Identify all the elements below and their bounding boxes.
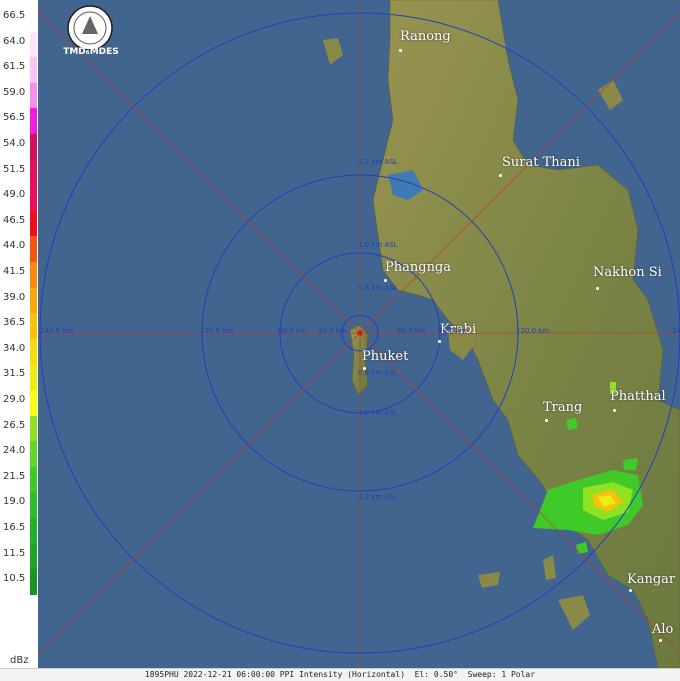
scale-label: 49.0 xyxy=(3,189,26,201)
range-label: 60.0 km xyxy=(278,327,307,335)
status-footer: 1895PHU 2022-12-21 06:00:00 PPI Intensit… xyxy=(0,668,680,681)
place-label: Phangnga xyxy=(385,260,452,275)
place-marker xyxy=(596,287,599,290)
place-label: Phuket xyxy=(362,349,409,364)
scale-swatch xyxy=(30,108,37,134)
scale-label: 21.5 xyxy=(3,470,26,482)
scale-swatch xyxy=(30,364,37,390)
scale-swatch xyxy=(30,236,37,262)
height-label: 2.2 km ASL xyxy=(358,493,398,501)
scale-swatch xyxy=(30,6,37,32)
scale-label: 16.5 xyxy=(3,522,26,533)
scale-label: 34.0 xyxy=(3,342,26,354)
scale-label: 24.0 xyxy=(3,445,26,457)
place-marker xyxy=(545,419,548,422)
height-label: 0.8 km ASL xyxy=(358,369,398,377)
scale-swatch xyxy=(30,287,37,314)
scale-label: 11.5 xyxy=(3,547,26,559)
scale-swatch xyxy=(30,262,37,288)
place-marker xyxy=(438,340,441,343)
range-label: 24 xyxy=(672,327,680,335)
radar-map xyxy=(38,0,680,668)
scale-swatch xyxy=(30,441,37,467)
scale-label: 36.5 xyxy=(3,317,26,329)
scale-label: 61.5 xyxy=(3,61,26,73)
place-label: Kangar xyxy=(627,572,676,587)
scale-label: 59.0 xyxy=(3,86,26,98)
range-label: 30.0 km xyxy=(397,327,426,335)
place-label: Ranong xyxy=(400,29,451,44)
height-label: 1.0 km ASL xyxy=(358,241,398,249)
scale-swatch xyxy=(30,159,37,186)
place-marker xyxy=(659,639,662,642)
scale-swatch xyxy=(30,569,37,595)
scale-label: 10.5 xyxy=(3,573,26,585)
dbz-unit-label: dBz xyxy=(10,655,29,666)
height-label: 1.0 km ASL xyxy=(358,409,398,417)
scale-swatch xyxy=(30,210,37,237)
place-marker xyxy=(629,589,632,592)
logo-text: TMD₆MDES xyxy=(63,47,119,57)
tmd-logo xyxy=(66,4,114,52)
scale-swatch xyxy=(30,415,37,442)
scale-swatch xyxy=(30,466,37,493)
scale-label: 56.5 xyxy=(3,112,26,124)
place-label: Nakhon Si xyxy=(593,265,662,280)
scale-swatch xyxy=(30,313,37,339)
place-label: Phatthal xyxy=(610,389,666,404)
dbz-color-scale: 66.5 64.0 61.5 59.0 56.5 54.0 51.5 49.0 46.5 44.0… xyxy=(0,0,38,668)
place-label: Surat Thani xyxy=(502,155,580,170)
scale-swatch xyxy=(30,57,37,83)
place-label: Alo xyxy=(652,622,674,637)
scale-swatch xyxy=(30,518,37,544)
scale-label: 46.5 xyxy=(3,214,26,226)
place-marker xyxy=(399,49,402,52)
range-label: 60.0 km xyxy=(438,327,467,335)
scale-label: 31.5 xyxy=(3,368,26,380)
scale-label: 66.5 xyxy=(3,10,26,21)
radar-site xyxy=(357,330,363,336)
scale-swatch xyxy=(30,31,37,58)
scale-label: 54.0 xyxy=(3,138,26,149)
scale-label: 39.0 xyxy=(3,291,26,303)
scale-label: 29.0 xyxy=(3,394,26,405)
height-label: 2.2 km ASL xyxy=(358,158,398,166)
scale-label: 51.5 xyxy=(3,163,26,175)
place-marker xyxy=(499,174,502,177)
footer-text: 1895PHU 2022-12-21 06:00:00 PPI Intensit… xyxy=(144,670,536,679)
scale-label: 64.0 xyxy=(3,35,26,47)
range-label: 240.0 km xyxy=(40,327,74,335)
scale-swatch xyxy=(30,185,37,211)
place-marker xyxy=(363,367,366,370)
range-label: 120.0 km xyxy=(516,327,550,335)
scale-swatch xyxy=(30,390,37,416)
height-label: 0.8 km ASL xyxy=(358,284,398,292)
scale-swatch xyxy=(30,82,37,109)
scale-swatch xyxy=(30,543,37,570)
place-marker xyxy=(384,279,387,282)
place-marker xyxy=(613,409,616,412)
scale-label: 26.5 xyxy=(3,419,26,431)
scale-swatch xyxy=(30,134,37,160)
scale-label: 19.0 xyxy=(3,496,26,508)
place-label: Trang xyxy=(543,400,583,415)
range-label: 120.0 km xyxy=(200,327,234,335)
scale-swatch xyxy=(30,338,37,365)
range-label: 30.0 km xyxy=(318,327,347,335)
scale-label: 44.0 xyxy=(3,240,26,252)
scale-label: 41.5 xyxy=(3,266,26,277)
scale-swatch xyxy=(30,492,37,518)
